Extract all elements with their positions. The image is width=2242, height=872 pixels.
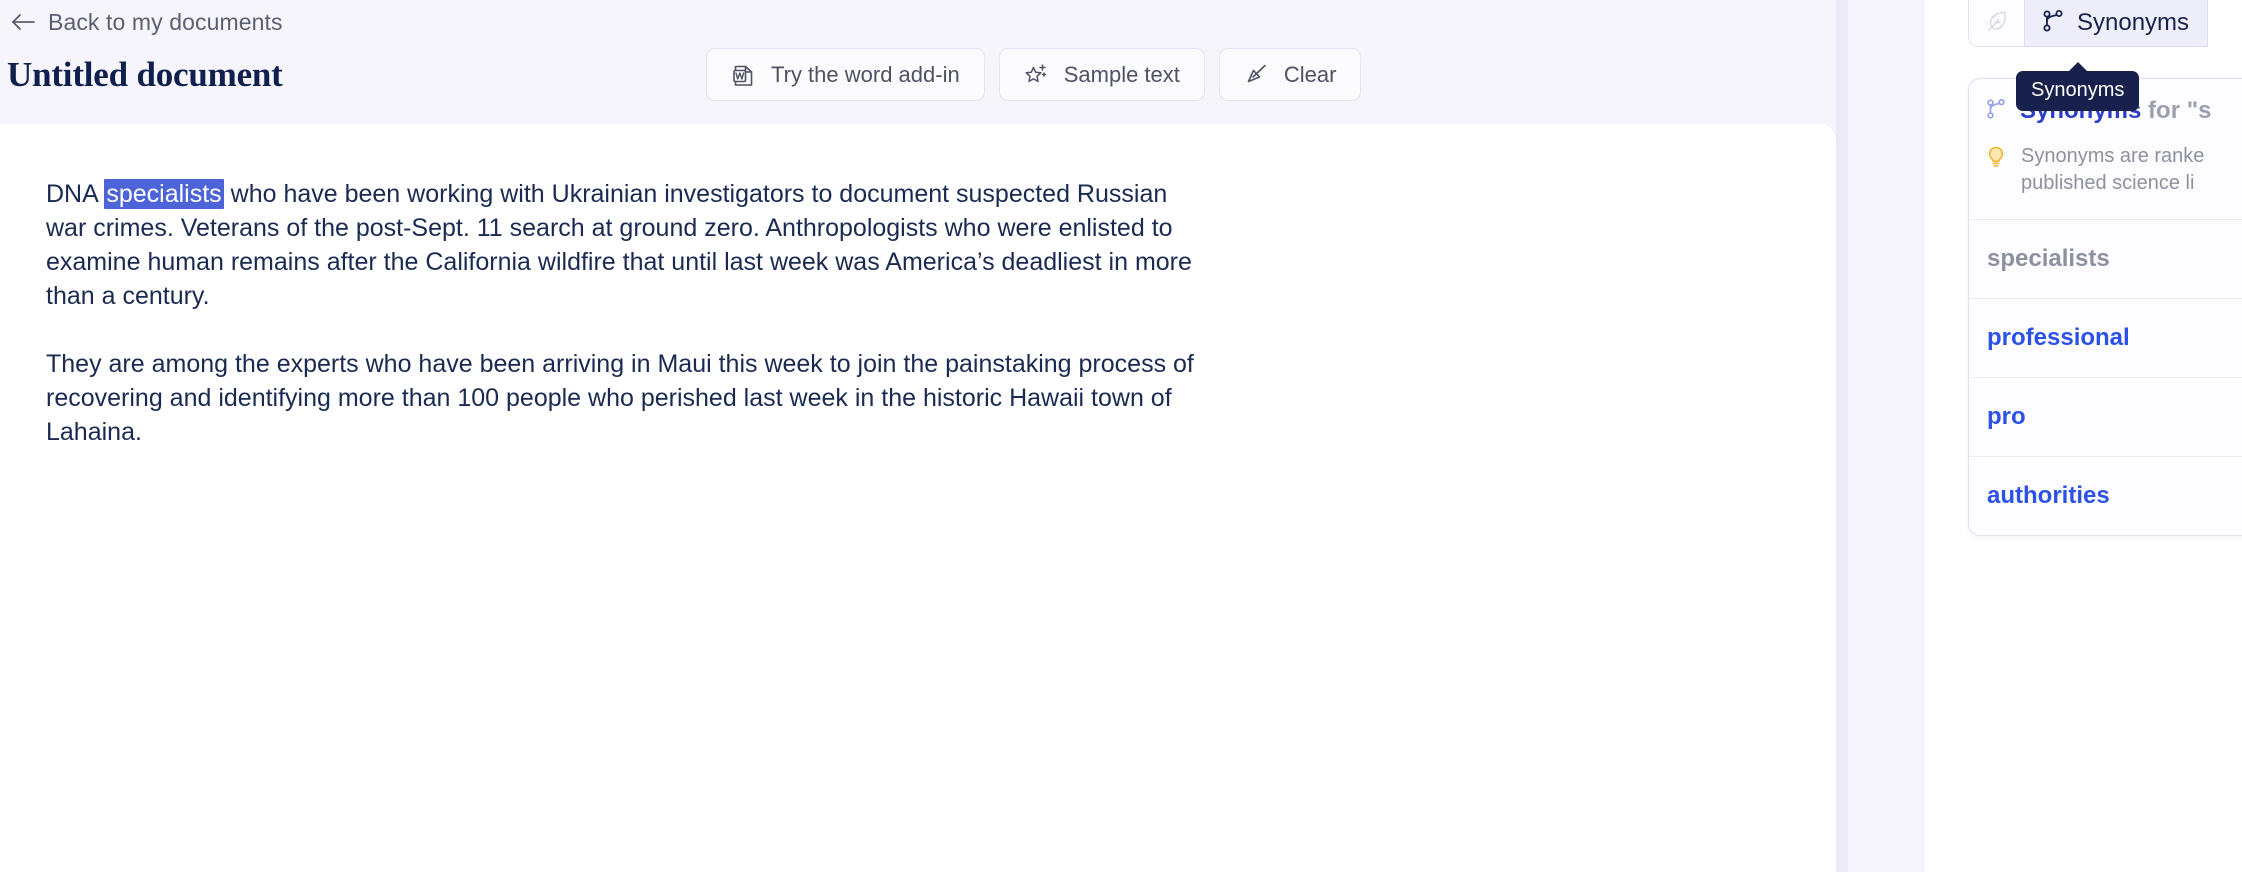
synonym-item-original: specialists: [1969, 219, 2242, 298]
back-link-label: Back to my documents: [48, 8, 283, 35]
feather-quill-icon: [1984, 8, 2010, 39]
note-line-1: Synonyms are ranke: [2021, 145, 2205, 167]
sample-text-button[interactable]: Sample text: [998, 48, 1205, 101]
clear-label: Clear: [1283, 61, 1337, 87]
sparkle-star-icon: [1024, 62, 1050, 88]
tab-writing-assistant[interactable]: [1968, 0, 2024, 47]
synonyms-side-panel: Synonyms Synonyms Synonyms for "s: [1925, 0, 2242, 872]
synonyms-panel-note: Synonyms are ranke published science li: [1969, 129, 2242, 219]
synonym-item[interactable]: authorities: [1969, 456, 2242, 535]
synonym-item[interactable]: professional: [1969, 298, 2242, 377]
document-toolbar: Try the word add-in Sample text Clear: [706, 48, 1362, 101]
document-paragraph-2: They are among the experts who have been…: [46, 350, 1194, 446]
synonyms-branch-icon: [1985, 97, 2007, 123]
editor-region: Back to my documents Untitled document T…: [0, 0, 1925, 872]
app-root: Back to my documents Untitled document T…: [0, 0, 2242, 872]
eraser-brush-icon: [1244, 62, 1270, 88]
synonyms-branch-icon: [2041, 8, 2065, 39]
paragraph1-pre: DNA: [46, 180, 105, 208]
synonyms-tooltip: Synonyms: [2016, 62, 2140, 111]
synonyms-panel-note-text: Synonyms are ranke published science li: [2021, 143, 2204, 197]
editor-right-rail: [1836, 0, 1925, 872]
note-line-2: published science li: [2021, 172, 2195, 194]
document-paragraph-1: DNA specialists who have been working wi…: [46, 177, 1206, 313]
tab-synonyms-label: Synonyms: [2077, 9, 2190, 36]
synonyms-panel-title-rest: for "s: [2141, 97, 2212, 124]
document-card: DNA specialists who have been working wi…: [0, 124, 1836, 872]
back-to-documents-link[interactable]: Back to my documents: [10, 8, 283, 36]
highlighted-word[interactable]: specialists: [104, 179, 224, 209]
synonym-item[interactable]: pro: [1969, 377, 2242, 456]
arrow-left-icon: [10, 12, 36, 32]
side-panel-tabbar: Synonyms: [1968, 0, 2209, 47]
sample-text-label: Sample text: [1063, 61, 1180, 87]
document-editor[interactable]: DNA specialists who have been working wi…: [46, 177, 1206, 449]
try-word-addin-label: Try the word add-in: [771, 61, 960, 87]
word-document-icon: [731, 62, 757, 88]
page-title: Untitled document: [7, 55, 283, 94]
lightbulb-icon: [1985, 145, 2007, 171]
try-word-addin-button[interactable]: Try the word add-in: [706, 48, 985, 101]
synonyms-panel-card: Synonyms for "s Synonyms are ranke publi…: [1968, 78, 2242, 536]
tab-synonyms[interactable]: Synonyms: [2024, 0, 2209, 47]
clear-button[interactable]: Clear: [1218, 48, 1362, 101]
